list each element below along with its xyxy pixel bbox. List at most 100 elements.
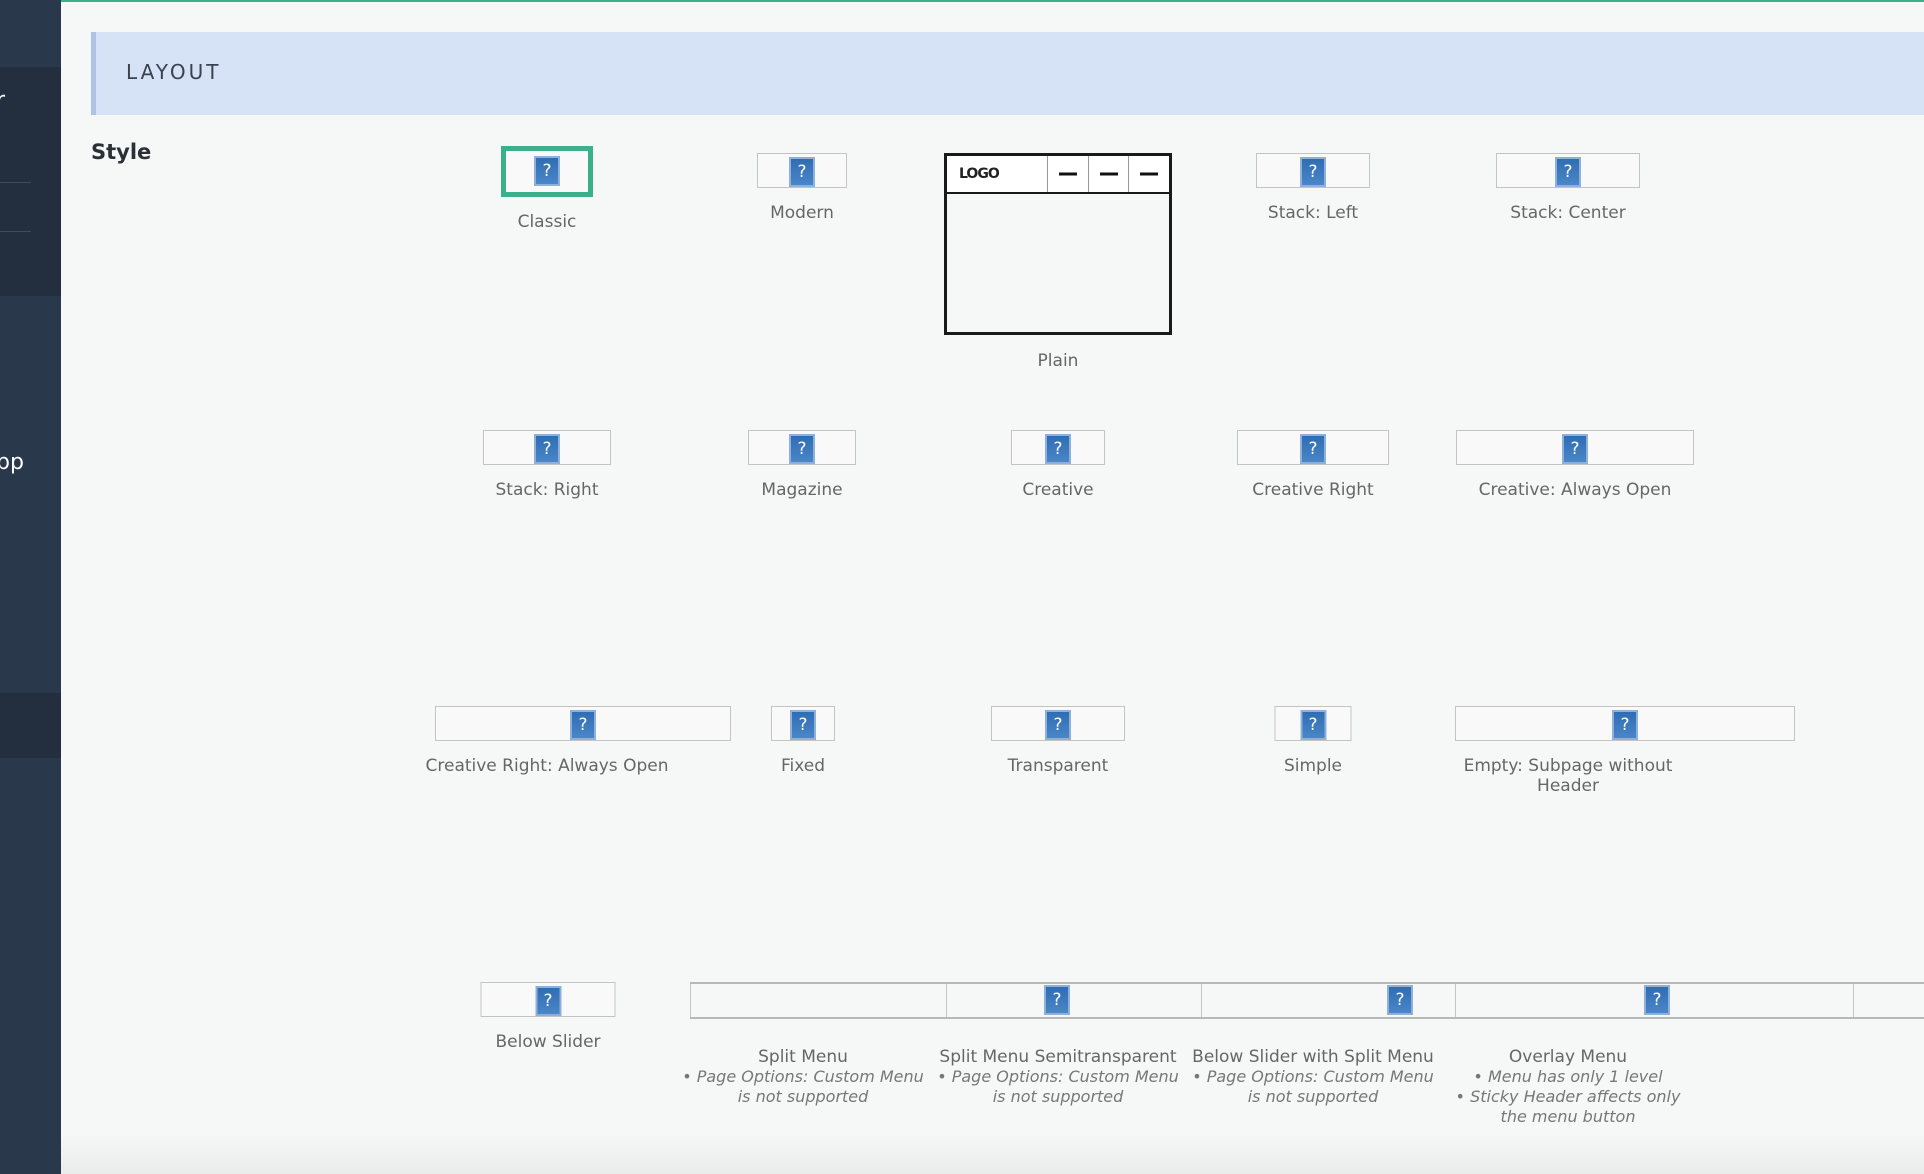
style-thumbnail[interactable]: ? [1455,706,1795,741]
style-option-magazine[interactable]: ? Magazine [748,430,856,500]
style-option-split-menu[interactable]: Split Menu • Page Options: Custom Menu i… [682,1032,924,1107]
style-thumbnail[interactable]: ? [1274,706,1352,741]
style-label: Stack: Right [495,480,599,500]
style-label: Simple [1283,756,1343,776]
question-mark-icon: ? [1300,434,1326,464]
style-option-creative-right-always-open[interactable]: ? Creative Right: Always Open [426,706,731,776]
style-option-stack-left[interactable]: ? Stack: Left [1256,153,1370,223]
style-label: Creative [1022,480,1094,500]
style-option-stack-right[interactable]: ? Stack: Right [483,430,611,500]
style-label: Stack: Center [1510,203,1626,223]
style-thumbnail[interactable]: ? [483,430,611,465]
question-mark-icon: ? [789,157,815,187]
style-option-creative-right[interactable]: ? Creative Right [1237,430,1389,500]
style-label: Creative Right [1252,480,1374,500]
style-note: • Page Options: Custom Menu [1192,1067,1434,1086]
style-thumbnail[interactable]: ? [757,153,847,188]
section-header: LAYOUT [91,32,1924,115]
menu-dash-icon [1047,156,1088,192]
sidebar-divider [0,231,31,232]
question-mark-icon: ? [1045,434,1071,464]
style-thumbnail-split-menu[interactable] [690,984,947,1017]
question-mark-icon: ? [1045,710,1071,740]
style-thumbnail[interactable]: ? [1237,430,1389,465]
style-label: Stack: Left [1267,203,1359,223]
style-label: Plain [1037,351,1079,371]
style-thumbnail[interactable]: ? [435,706,731,741]
logo-placeholder: LOGO [959,166,1000,182]
style-field-label: Style [91,140,152,164]
style-thumbnail[interactable]: ? [1496,153,1640,188]
style-label: Below Slider [495,1032,601,1052]
question-mark-icon: ? [1555,157,1581,187]
style-note: • Page Options: Custom Menu [937,1067,1179,1086]
question-mark-icon: ? [789,434,815,464]
style-note: • Menu has only 1 level [1473,1067,1663,1086]
style-option-creative-always-open[interactable]: ? Creative: Always Open [1456,430,1694,500]
style-thumbnail-below-slider-split-menu[interactable]: ? [1201,984,1456,1017]
style-option-modern[interactable]: ? Modern [757,153,847,223]
question-mark-icon: ? [570,710,596,740]
style-thumbnail[interactable]: ? [748,430,856,465]
style-note: • Sticky Header affects only [1455,1087,1681,1106]
style-option-empty[interactable]: ? Empty: Subpage without Header [1455,706,1795,796]
style-thumbnail[interactable]: ? [1256,153,1370,188]
question-mark-icon: ? [1644,985,1670,1015]
style-label: Magazine [761,480,843,500]
style-option-split-menu-semitransparent[interactable]: Split Menu Semitransparent • Page Option… [937,1032,1179,1107]
plain-preview[interactable]: LOGO [944,153,1172,335]
style-note: is not supported [992,1087,1124,1106]
style-label: Split Menu [758,1047,848,1067]
style-thumbnail[interactable]: ? [1456,430,1694,465]
question-mark-icon: ? [1387,985,1413,1015]
style-thumbnail-overlay-menu[interactable]: ? [1455,984,1854,1017]
sidebar-item-label[interactable]: pp [0,450,24,475]
style-thumbnail[interactable]: ? [991,706,1125,741]
top-accent-line [0,0,1924,2]
style-option-fixed[interactable]: ? Fixed [771,706,835,776]
style-label: Transparent [1007,756,1109,776]
menu-dash-icon [1087,156,1129,192]
question-mark-icon: ? [1612,710,1638,740]
sidebar-item[interactable] [0,693,61,758]
style-thumbnail[interactable]: ? [501,146,593,197]
split-menu-thumbnails-strip: ? ? ? [690,982,1924,1019]
style-note: the menu button [1500,1107,1636,1126]
style-option-stack-center[interactable]: ? Stack: Center [1496,153,1640,223]
style-option-classic[interactable]: ? Classic [501,146,593,232]
style-label: Creative: Always Open [1478,480,1672,500]
style-label: Empty: Subpage without [1463,756,1673,776]
bottom-shadow [61,1134,1924,1174]
style-option-overlay-menu[interactable]: Overlay Menu • Menu has only 1 level • S… [1456,1032,1681,1127]
style-label-line2: Header [1537,776,1599,796]
style-option-transparent[interactable]: ? Transparent [991,706,1125,776]
style-option-below-slider[interactable]: ? Below Slider [480,982,616,1052]
style-label: Below Slider with Split Menu [1192,1047,1434,1067]
style-thumbnail[interactable]: ? [480,982,616,1017]
style-option-creative[interactable]: ? Creative [1011,430,1105,500]
style-label: Overlay Menu [1508,1047,1628,1067]
style-thumbnail-next[interactable] [1853,984,1924,1017]
question-mark-icon: ? [1300,157,1326,187]
sidebar: r pp [0,0,61,1174]
style-label: Split Menu Semitransparent [939,1047,1177,1067]
style-option-simple[interactable]: ? Simple [1274,706,1352,776]
style-thumbnail[interactable]: ? [1011,430,1105,465]
style-note: is not supported [1247,1087,1379,1106]
style-note: • Page Options: Custom Menu [682,1067,924,1086]
style-note: is not supported [737,1087,869,1106]
menu-dash-icon [1128,156,1169,192]
style-label: Classic [517,212,577,232]
question-mark-icon: ? [1044,985,1070,1015]
question-mark-icon: ? [534,434,560,464]
style-thumbnail-split-menu-semitransparent[interactable]: ? [946,984,1202,1017]
question-mark-icon: ? [790,710,816,740]
sidebar-item-label[interactable]: r [0,88,5,113]
style-option-plain[interactable]: LOGO Plain [944,153,1172,371]
question-mark-icon: ? [1562,434,1588,464]
question-mark-icon: ? [535,986,561,1016]
sidebar-divider [0,182,31,183]
question-mark-icon: ? [534,156,560,186]
style-thumbnail[interactable]: ? [771,706,835,741]
style-option-below-slider-split-menu[interactable]: Below Slider with Split Menu • Page Opti… [1192,1032,1434,1107]
